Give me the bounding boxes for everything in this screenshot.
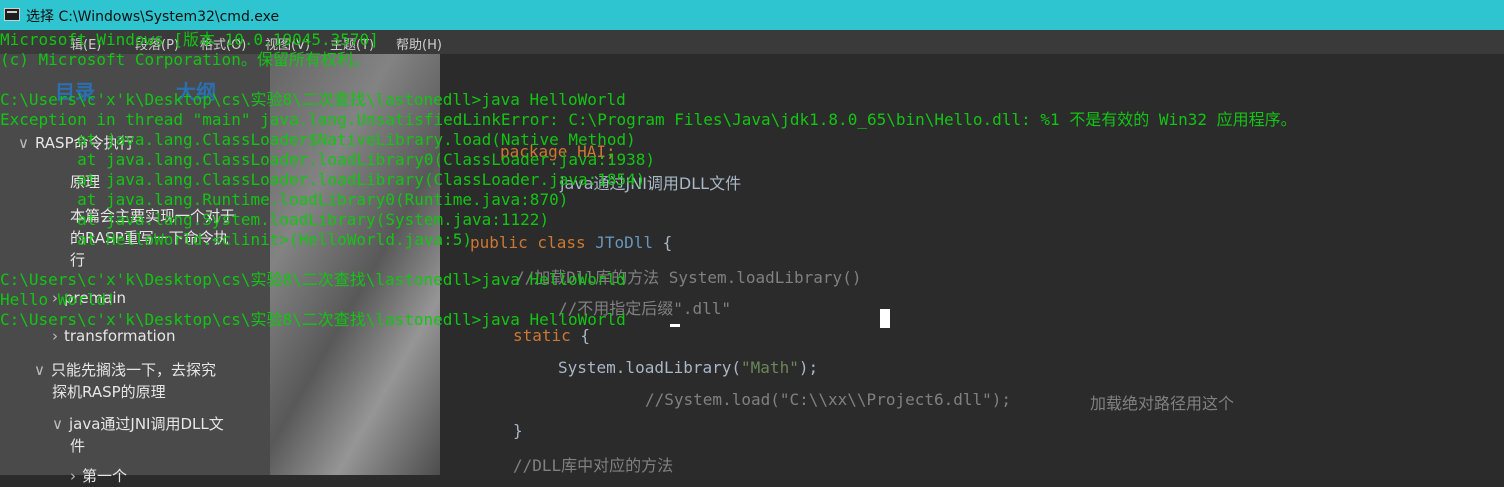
console-line: Microsoft Windows [版本 10.0.19045.3570] bbox=[0, 30, 379, 49]
console-line: Hello World! bbox=[0, 290, 116, 309]
console-line: Exception in thread "main" java.lang.Uns… bbox=[0, 110, 1297, 129]
window-title: 选择 C:\Windows\System32\cmd.exe bbox=[26, 9, 280, 25]
text-cursor bbox=[670, 324, 680, 327]
console-line: C:\Users\c'x'k\Desktop\cs\实验8\二次查找\lasto… bbox=[0, 270, 626, 289]
mouse-ibeam-cursor bbox=[880, 309, 890, 328]
console-output[interactable]: Microsoft Windows [版本 10.0.19045.3570] (… bbox=[0, 30, 1504, 475]
cmd-icon bbox=[4, 8, 20, 21]
console-line: at HelloWorld.<clinit>(HelloWorld.java:5… bbox=[0, 230, 473, 249]
console-line: at java.lang.ClassLoader$NativeLibrary.l… bbox=[0, 130, 636, 149]
window-titlebar[interactable]: 选择 C:\Windows\System32\cmd.exe bbox=[0, 0, 1504, 30]
console-line: (c) Microsoft Corporation。保留所有权利。 bbox=[0, 50, 369, 69]
console-line: C:\Users\c'x'k\Desktop\cs\实验8\二次查找\lasto… bbox=[0, 310, 626, 329]
console-line: at java.lang.System.loadLibrary(System.j… bbox=[0, 210, 550, 229]
console-line: at java.lang.Runtime.loadLibrary0(Runtim… bbox=[0, 190, 569, 209]
console-line: C:\Users\c'x'k\Desktop\cs\实验8\二次查找\lasto… bbox=[0, 90, 626, 109]
console-line: at java.lang.ClassLoader.loadLibrary0(Cl… bbox=[0, 150, 656, 169]
console-line: at java.lang.ClassLoader.loadLibrary(Cla… bbox=[0, 170, 646, 189]
